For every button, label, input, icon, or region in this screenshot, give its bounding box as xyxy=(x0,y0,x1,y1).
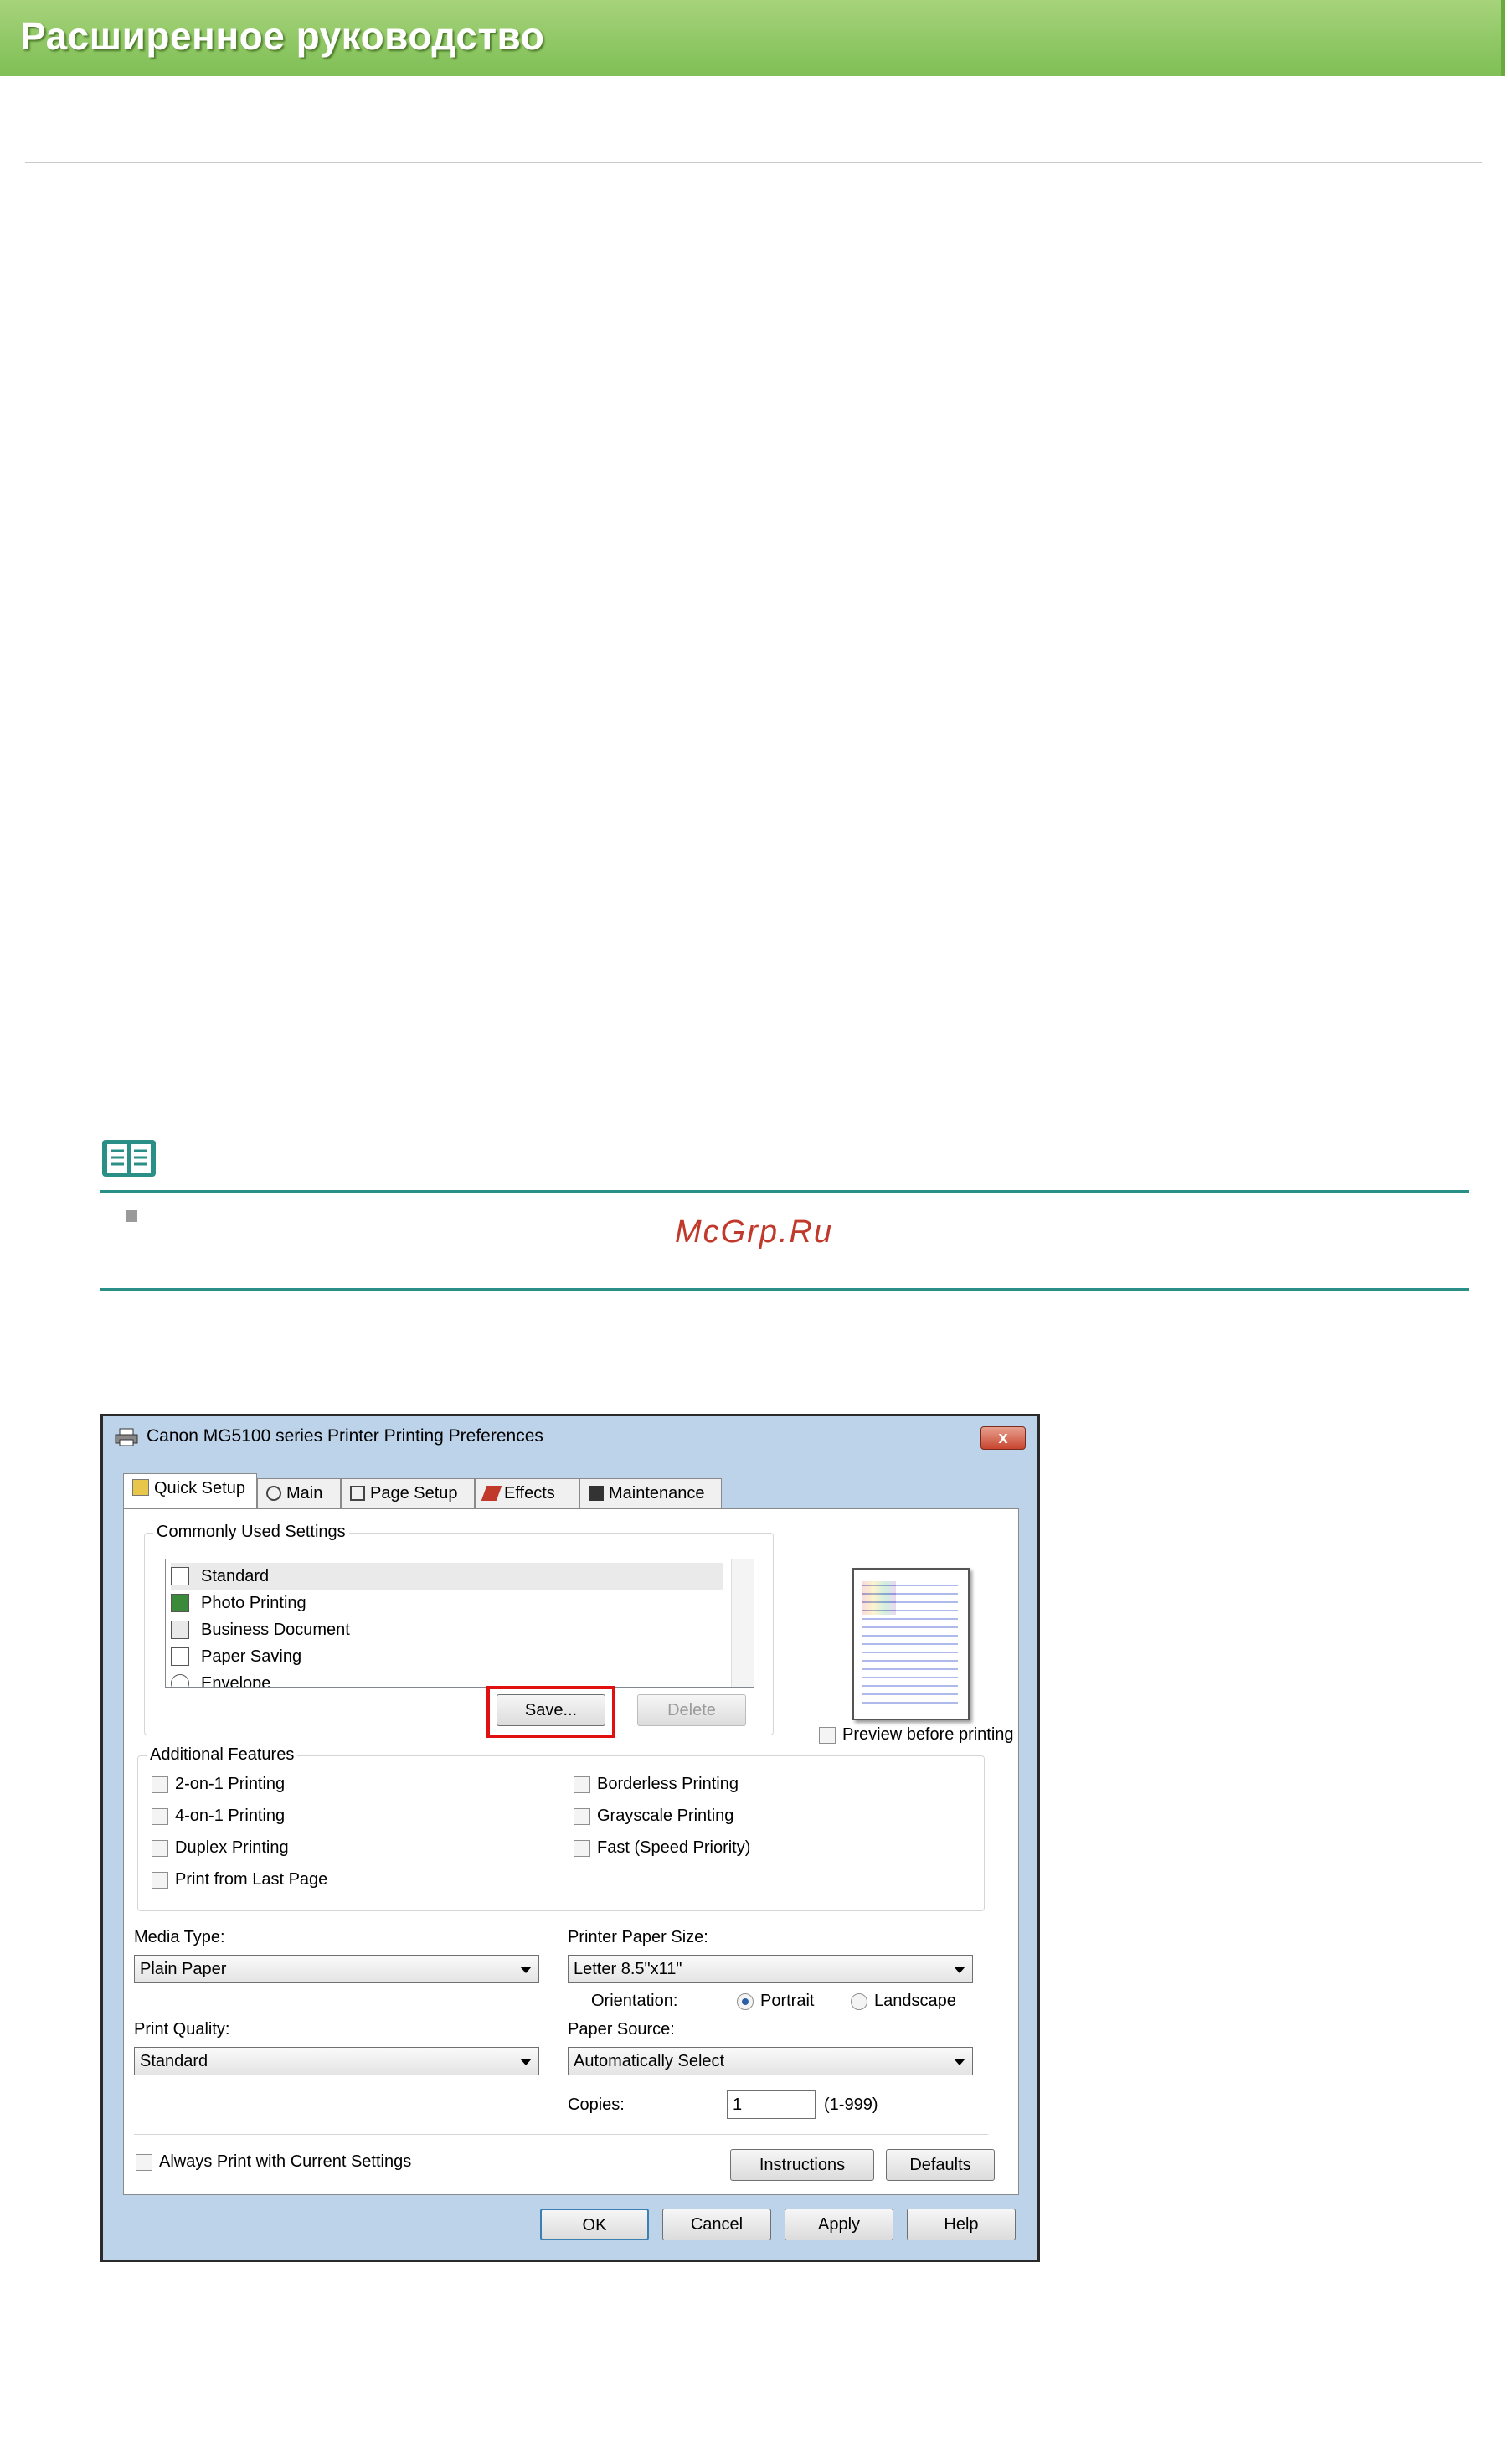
bullet-icon xyxy=(126,1210,137,1222)
paper-source-select[interactable]: Automatically Select xyxy=(568,2047,973,2075)
commonly-used-list[interactable]: Standard Photo Printing Business Documen… xyxy=(165,1559,754,1688)
paper-size-value: Letter 8.5"x11" xyxy=(574,1960,682,1978)
maintenance-icon xyxy=(589,1486,604,1501)
book-icon xyxy=(102,1140,156,1177)
quick-setup-icon xyxy=(132,1479,149,1496)
panel-divider xyxy=(134,2134,988,2135)
help-button[interactable]: Help xyxy=(907,2209,1016,2240)
borderless-checkbox[interactable] xyxy=(574,1776,590,1793)
defaults-button[interactable]: Defaults xyxy=(886,2149,995,2181)
preview-checkbox[interactable] xyxy=(819,1727,836,1744)
document-icon xyxy=(171,1621,189,1639)
page-setup-icon xyxy=(350,1486,365,1501)
note-bottom-rule xyxy=(100,1288,1469,1291)
tab-page-setup[interactable]: Page Setup xyxy=(341,1478,475,1508)
duplex-checkbox[interactable] xyxy=(152,1840,168,1857)
list-item[interactable]: Photo Printing xyxy=(171,1590,723,1616)
list-item[interactable]: Standard xyxy=(171,1563,723,1590)
fast-label: Fast (Speed Priority) xyxy=(597,1838,751,1857)
apply-button[interactable]: Apply xyxy=(785,2209,893,2240)
printer-icon xyxy=(115,1428,138,1446)
grayscale-label: Grayscale Printing xyxy=(597,1807,734,1825)
tab-quick-setup[interactable]: Quick Setup xyxy=(123,1473,257,1509)
fast-checkbox[interactable] xyxy=(574,1840,590,1857)
printing-preferences-dialog: Canon MG5100 series Printer Printing Pre… xyxy=(100,1414,1040,2262)
landscape-label: Landscape xyxy=(874,1992,956,2010)
paper-saving-icon xyxy=(171,1647,189,1666)
orientation-label: Orientation: xyxy=(591,1992,678,2010)
last-page-label: Print from Last Page xyxy=(175,1870,328,1889)
dialog-title: Canon MG5100 series Printer Printing Pre… xyxy=(147,1426,543,1446)
always-print-checkbox[interactable] xyxy=(136,2154,152,2171)
copies-value: 1 xyxy=(733,2095,743,2114)
additional-features-title: Additional Features xyxy=(147,1745,298,1765)
chevron-down-icon xyxy=(520,1967,532,1973)
paper-source-value: Automatically Select xyxy=(574,2052,725,2070)
page-preview xyxy=(852,1568,970,1720)
paper-size-label: Printer Paper Size: xyxy=(568,1928,708,1946)
instructions-button[interactable]: Instructions xyxy=(730,2149,874,2181)
page-title: Расширенное руководство xyxy=(20,14,545,58)
main-tab-icon xyxy=(266,1486,281,1501)
media-type-select[interactable]: Plain Paper xyxy=(134,1955,539,1983)
watermark: McGrp.Ru xyxy=(675,1214,834,1250)
commonly-used-group: Commonly Used Settings Standard Photo Pr… xyxy=(144,1523,774,1738)
copies-label: Copies: xyxy=(568,2095,625,2114)
delete-button[interactable]: Delete xyxy=(637,1694,746,1726)
note-top-rule xyxy=(100,1190,1469,1193)
cancel-button[interactable]: Cancel xyxy=(662,2209,771,2240)
media-type-value: Plain Paper xyxy=(140,1960,227,1978)
paper-source-label: Paper Source: xyxy=(568,2020,675,2039)
commonly-used-title: Commonly Used Settings xyxy=(153,1523,349,1542)
always-print-label: Always Print with Current Settings xyxy=(159,2152,412,2171)
media-type-label: Media Type: xyxy=(134,1928,225,1946)
landscape-radio[interactable] xyxy=(851,1993,867,2010)
grayscale-checkbox[interactable] xyxy=(574,1808,590,1825)
header-banner: Расширенное руководство xyxy=(0,0,1505,76)
tab-main[interactable]: Main xyxy=(257,1478,341,1508)
duplex-label: Duplex Printing xyxy=(175,1838,289,1857)
additional-features-group: Additional Features 2-on-1 Printing 4-on… xyxy=(137,1745,985,1911)
chevron-down-icon xyxy=(954,1967,965,1973)
copies-range: (1-999) xyxy=(824,2095,878,2114)
two-on-one-label: 2-on-1 Printing xyxy=(175,1775,286,1793)
save-highlight-box xyxy=(486,1686,615,1738)
print-quality-label: Print Quality: xyxy=(134,2020,230,2039)
close-button[interactable]: x xyxy=(980,1426,1026,1450)
tab-maintenance[interactable]: Maintenance xyxy=(579,1478,722,1508)
copies-stepper[interactable]: 1 xyxy=(727,2090,816,2119)
print-quality-select[interactable]: Standard xyxy=(134,2047,539,2075)
standard-icon xyxy=(171,1567,189,1585)
list-item[interactable]: Business Document xyxy=(171,1616,723,1643)
tab-effects[interactable]: Effects xyxy=(475,1478,579,1508)
preview-text-lines xyxy=(862,1578,958,1708)
ok-button[interactable]: OK xyxy=(540,2209,649,2240)
top-divider xyxy=(25,162,1482,163)
four-on-one-checkbox[interactable] xyxy=(152,1808,168,1825)
two-on-one-checkbox[interactable] xyxy=(152,1776,168,1793)
list-item[interactable]: Envelope xyxy=(171,1670,723,1687)
preview-label: Preview before printing xyxy=(842,1725,1014,1744)
list-scrollbar[interactable] xyxy=(731,1559,754,1687)
list-item[interactable]: Paper Saving xyxy=(171,1643,723,1670)
portrait-radio[interactable] xyxy=(737,1993,754,2010)
borderless-label: Borderless Printing xyxy=(597,1775,739,1793)
last-page-checkbox[interactable] xyxy=(152,1872,168,1889)
four-on-one-label: 4-on-1 Printing xyxy=(175,1807,286,1825)
photo-icon xyxy=(171,1594,189,1612)
close-icon: x xyxy=(998,1429,1008,1447)
effects-brush-icon xyxy=(481,1486,502,1501)
print-quality-value: Standard xyxy=(140,2052,208,2070)
chevron-down-icon xyxy=(520,2059,532,2065)
envelope-icon xyxy=(171,1674,189,1687)
chevron-down-icon xyxy=(954,2059,965,2065)
quick-setup-panel: Commonly Used Settings Standard Photo Pr… xyxy=(123,1508,1019,2195)
paper-size-select[interactable]: Letter 8.5"x11" xyxy=(568,1955,973,1983)
portrait-label: Portrait xyxy=(760,1992,815,2010)
dialog-titlebar[interactable]: Canon MG5100 series Printer Printing Pre… xyxy=(103,1416,1037,1458)
